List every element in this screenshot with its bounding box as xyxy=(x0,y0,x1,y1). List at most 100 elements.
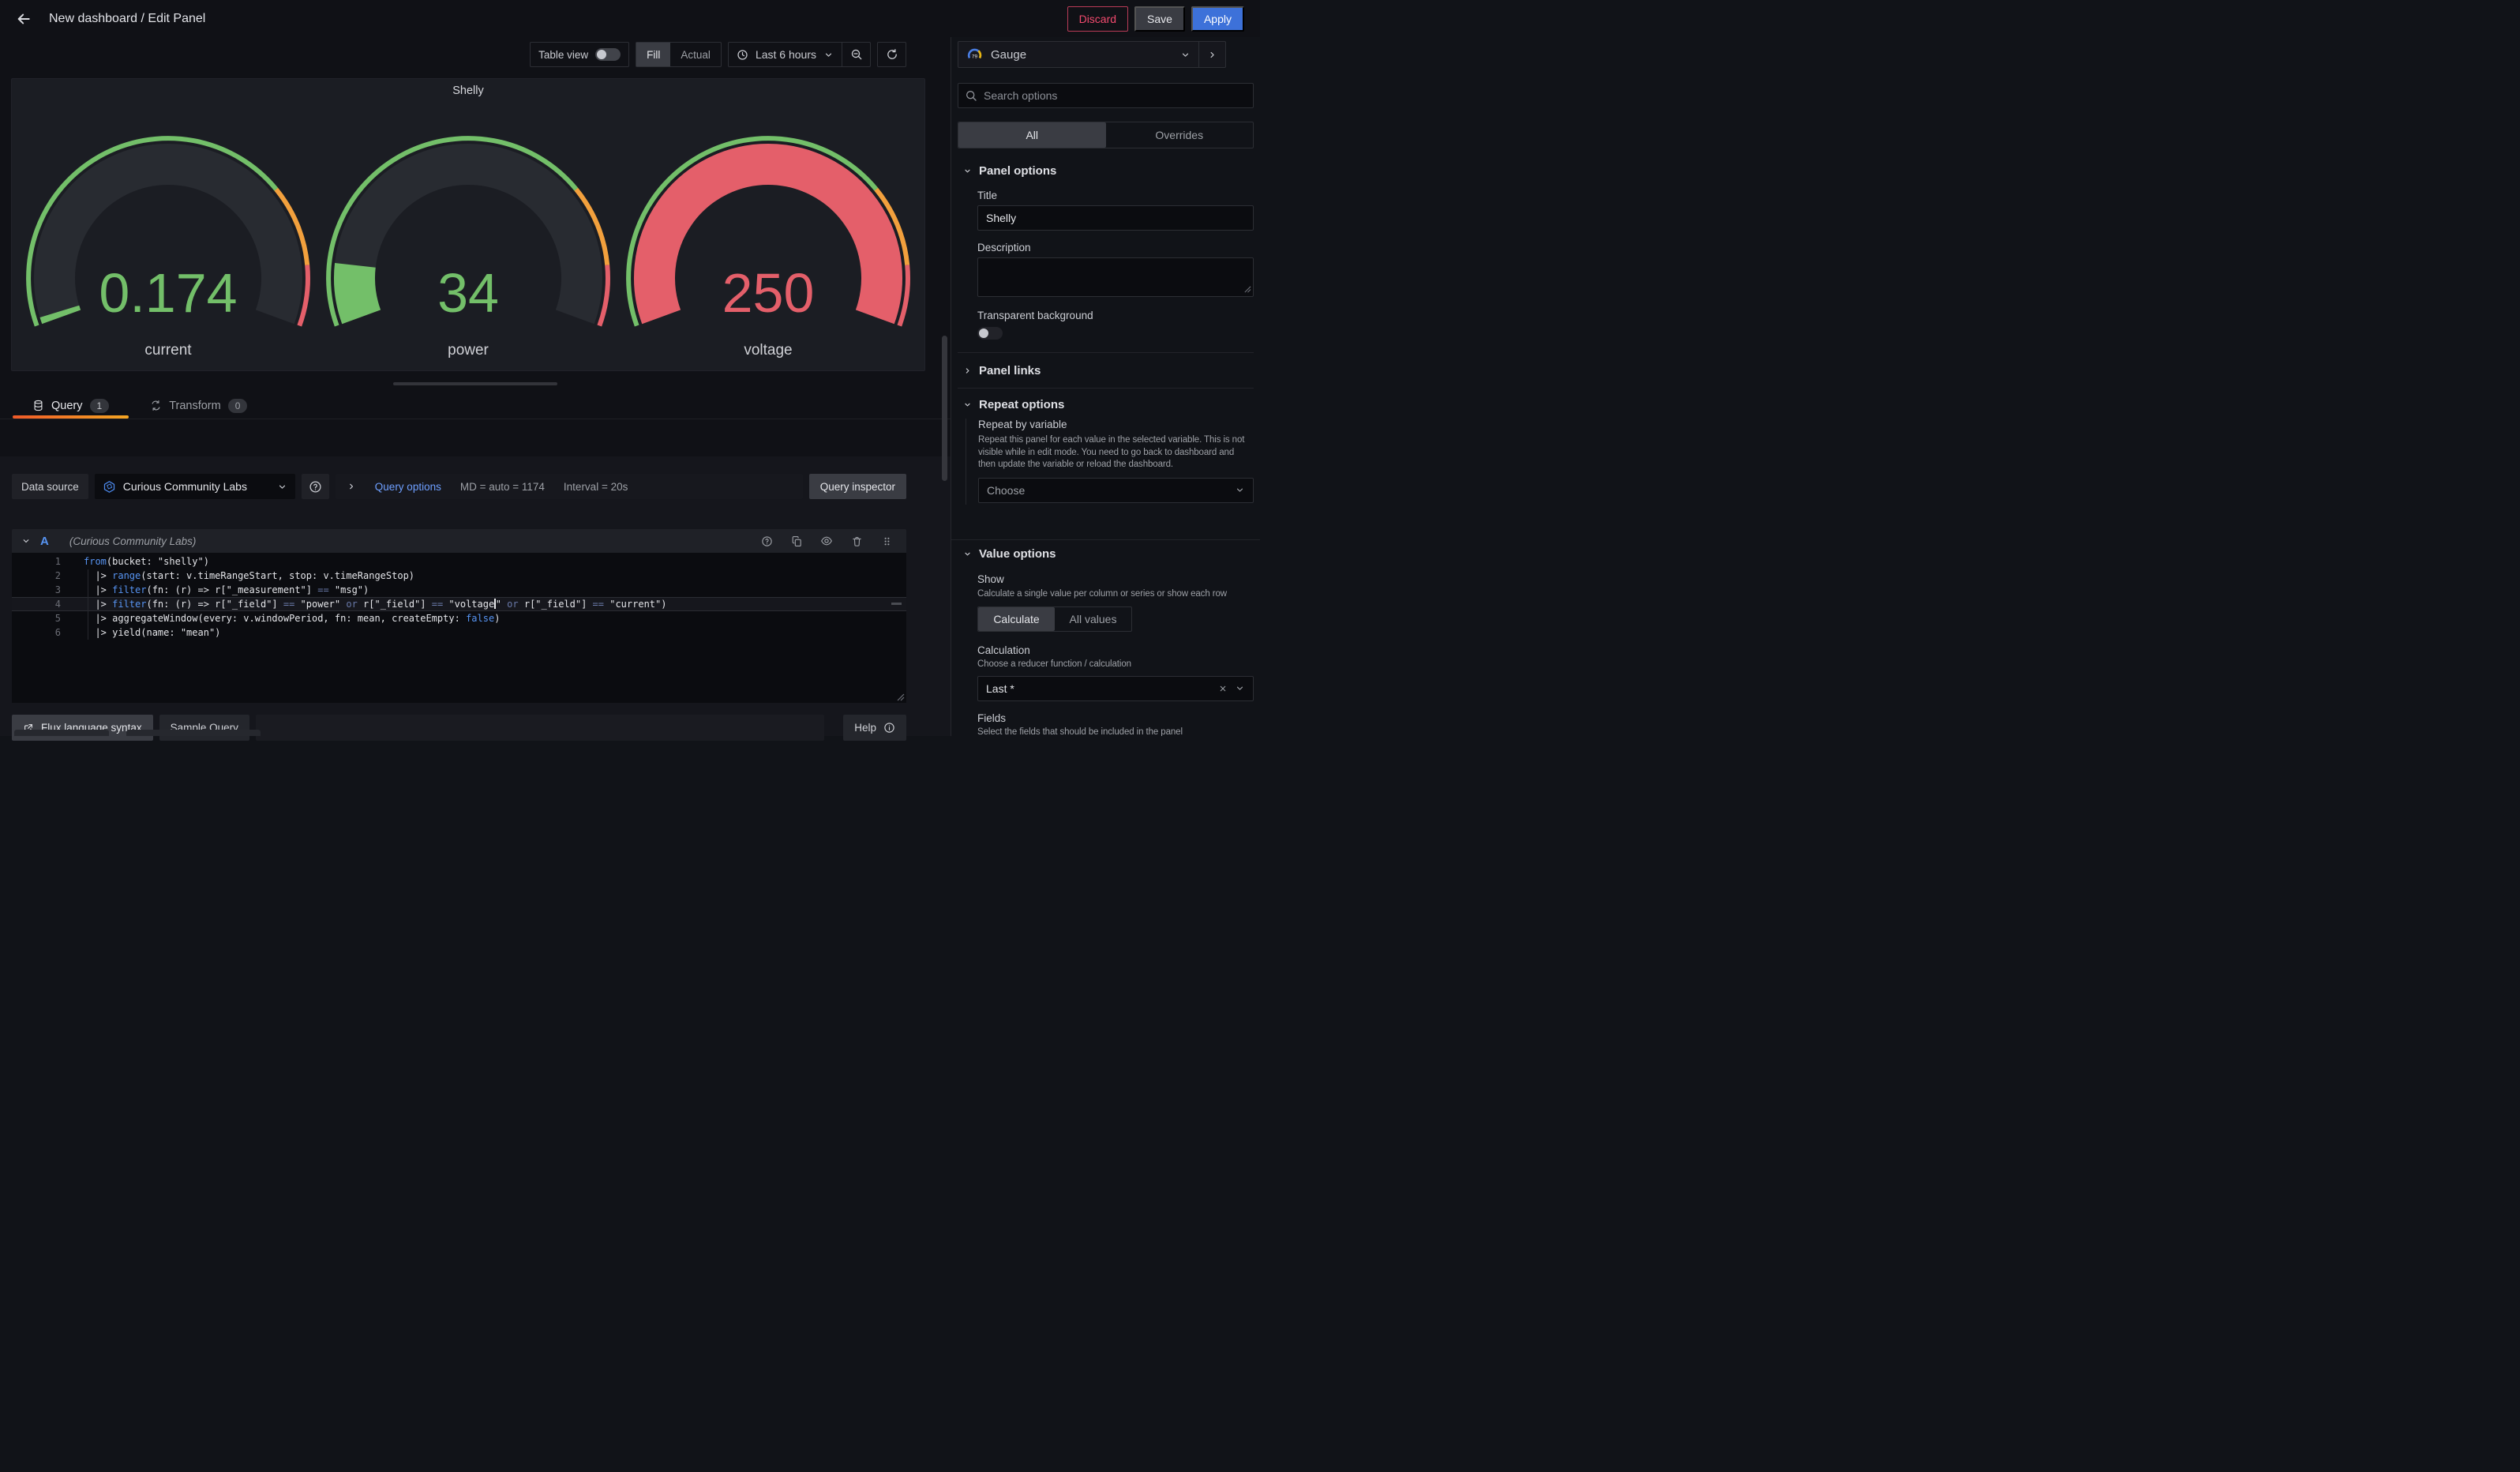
calculation-desc: Choose a reducer function / calculation xyxy=(977,659,1254,671)
calculation-select[interactable]: Last * xyxy=(977,676,1254,701)
code-line[interactable]: 6 |> yield(name: "mean") xyxy=(12,625,906,640)
collapse-chevron-icon[interactable] xyxy=(21,536,31,546)
table-view-toggle[interactable] xyxy=(595,48,621,61)
toggle-visibility-button[interactable] xyxy=(816,535,837,547)
gauge-panel[interactable]: Shelly 0.174current 34 power 250voltage xyxy=(11,78,925,371)
filter-overrides[interactable]: Overrides xyxy=(1106,122,1254,148)
help-label: Help xyxy=(854,722,876,734)
gauge-label: current xyxy=(144,342,192,359)
chevron-right-icon[interactable] xyxy=(347,482,356,491)
visualization-picker: 79 Gauge xyxy=(958,41,1226,68)
show-all-values[interactable]: All values xyxy=(1055,607,1131,631)
calculation-label: Calculation xyxy=(977,644,1254,656)
code-line[interactable]: 4 |> filter(fn: (r) => r["_field"] == "p… xyxy=(12,597,906,611)
zoom-out-button[interactable] xyxy=(842,43,870,66)
query-datasource-hint: (Curious Community Labs) xyxy=(69,535,197,547)
help-button[interactable]: Help xyxy=(843,715,906,741)
repeat-variable-select[interactable]: Choose xyxy=(978,478,1254,503)
tab-transform-label: Transform xyxy=(169,400,221,412)
back-button[interactable] xyxy=(11,6,36,32)
code-line[interactable]: 1from(bucket: "shelly") xyxy=(12,554,906,569)
show-mode-group: Calculate All values xyxy=(977,606,1132,632)
code-line[interactable]: 3 |> filter(fn: (r) => r["_measurement"]… xyxy=(12,583,906,597)
query-help-button[interactable] xyxy=(756,535,777,547)
gauge-value: 34 xyxy=(437,262,499,324)
transform-icon xyxy=(150,400,162,411)
panel-description-input[interactable] xyxy=(977,257,1254,297)
fill-option[interactable]: Fill xyxy=(636,43,670,66)
gauge-viz-icon: 79 xyxy=(966,47,983,63)
repeat-options-header[interactable]: Repeat options xyxy=(958,396,1254,412)
clear-icon[interactable] xyxy=(1218,684,1228,693)
refresh-group xyxy=(877,42,906,67)
clipped-button[interactable] xyxy=(126,730,261,736)
apply-button[interactable]: Apply xyxy=(1191,6,1244,32)
calculation-value: Last * xyxy=(986,682,1218,695)
search-icon xyxy=(965,89,977,102)
code-line[interactable]: 2 |> range(start: v.timeRangeStart, stop… xyxy=(12,569,906,583)
title-label: Title xyxy=(977,190,1254,201)
zoom-out-icon xyxy=(850,48,863,61)
trash-icon xyxy=(851,535,863,547)
gauge-chart: 0.174current xyxy=(18,103,318,363)
code-line[interactable]: 5 |> aggregateWindow(every: v.windowPeri… xyxy=(12,611,906,625)
query-options-bar: Query options MD = auto = 1174 Interval … xyxy=(336,474,803,499)
gauge-value: 250 xyxy=(722,262,815,324)
refresh-button[interactable] xyxy=(878,43,906,66)
editor-tabs: Query 1 Transform 0 xyxy=(0,392,951,419)
query-options-link[interactable]: Query options xyxy=(375,481,441,493)
panel-options-header[interactable]: Panel options xyxy=(958,163,1254,178)
panel-toolbar: Table view Fill Actual Last 6 hours xyxy=(0,37,951,73)
drag-dots-icon xyxy=(881,535,893,547)
tab-query[interactable]: Query 1 xyxy=(13,392,129,419)
transparent-background-label: Transparent background xyxy=(977,310,1254,321)
duplicate-query-button[interactable] xyxy=(786,535,807,547)
query-inspector-button[interactable]: Query inspector xyxy=(809,474,906,499)
help-circle-icon xyxy=(761,535,773,547)
chevron-down-icon xyxy=(963,550,972,558)
visualization-select[interactable]: 79 Gauge xyxy=(958,42,1198,67)
search-options-input[interactable] xyxy=(958,83,1254,108)
delete-query-button[interactable] xyxy=(846,535,867,547)
edit-panel-main: Table view Fill Actual Last 6 hours xyxy=(0,37,951,736)
time-range-group: Last 6 hours xyxy=(728,42,871,67)
discard-button[interactable]: Discard xyxy=(1067,6,1128,32)
textarea-resize-grip[interactable] xyxy=(1243,285,1251,293)
query-ref-id: A xyxy=(40,535,49,548)
sample-query-button[interactable]: Sample Query xyxy=(159,715,249,741)
panel-title-input[interactable] xyxy=(977,205,1254,231)
tab-transform[interactable]: Transform 0 xyxy=(130,392,267,419)
refresh-icon xyxy=(886,48,898,61)
chevron-down-icon xyxy=(963,167,972,175)
influxdb-icon xyxy=(103,480,116,494)
collapse-pane-button[interactable] xyxy=(1198,42,1225,67)
time-range-picker[interactable]: Last 6 hours xyxy=(729,48,842,61)
panel-resize-handle[interactable] xyxy=(393,382,557,385)
flux-code-editor[interactable]: 1from(bucket: "shelly")2 |> range(start:… xyxy=(12,553,906,703)
drag-handle[interactable] xyxy=(876,535,897,547)
show-calculate[interactable]: Calculate xyxy=(978,607,1055,631)
actual-option[interactable]: Actual xyxy=(670,43,721,66)
save-button[interactable]: Save xyxy=(1134,6,1185,32)
main-scrollbar-thumb[interactable] xyxy=(942,336,947,481)
help-circle-icon xyxy=(309,480,322,494)
fields-label: Fields xyxy=(977,712,1254,724)
gauge-power: 34 power xyxy=(318,103,618,367)
clipped-button[interactable] xyxy=(14,730,109,736)
gauge-chart: 250voltage xyxy=(618,103,918,363)
repeat-by-variable-label: Repeat by variable xyxy=(978,419,1254,430)
visualization-name: Gauge xyxy=(991,48,1172,62)
editor-resize-grip[interactable] xyxy=(896,693,905,701)
transparent-background-toggle[interactable] xyxy=(977,327,1003,340)
value-options-header[interactable]: Value options xyxy=(958,546,1254,562)
datasource-help-button[interactable] xyxy=(302,474,329,499)
flux-syntax-button[interactable]: Flux language syntax xyxy=(12,715,153,741)
gauge-label: power xyxy=(448,342,489,359)
gauge-chart: 34 power xyxy=(318,103,618,363)
chevron-down-icon xyxy=(823,50,834,60)
panel-links-header[interactable]: Panel links xyxy=(958,362,1254,378)
query-card-header[interactable]: A (Curious Community Labs) xyxy=(12,529,906,553)
datasource-picker[interactable]: Curious Community Labs xyxy=(95,474,295,499)
filter-all[interactable]: All xyxy=(958,122,1106,148)
panel-title: Shelly xyxy=(12,79,924,103)
